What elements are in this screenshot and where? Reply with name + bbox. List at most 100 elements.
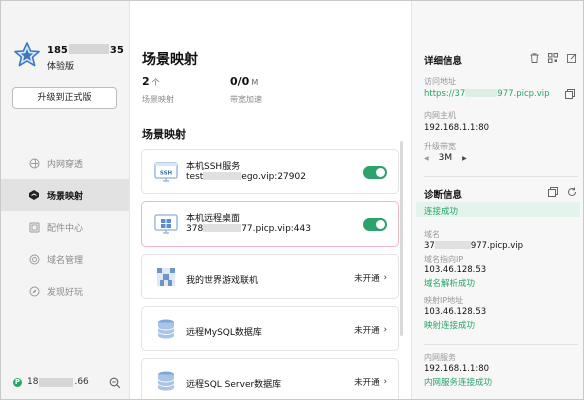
address-prefix: 378 — [186, 224, 204, 234]
diagnostic-title: 诊断信息 — [424, 190, 463, 201]
footer-ip-suffix: .66 — [74, 377, 89, 387]
user-phone: 185 35 — [47, 44, 124, 56]
enable-toggle[interactable] — [363, 166, 387, 179]
sidebar-item-scene[interactable]: 场景映射 — [1, 179, 129, 211]
upgrade-button[interactable]: 升级到正式版 — [12, 87, 117, 109]
enable-toggle[interactable] — [363, 218, 387, 231]
qrcode-icon[interactable] — [548, 53, 558, 63]
minecraft-icon — [157, 268, 175, 286]
scene-name: 我的世界游戏联机 — [186, 276, 259, 286]
user-phone-suffix: 35 — [109, 45, 124, 56]
stat-unit: M — [251, 78, 259, 87]
divider — [424, 176, 578, 177]
masked-text — [203, 172, 242, 180]
scene-address: test ego.vip:27902 — [186, 172, 306, 182]
masked-text — [39, 377, 74, 387]
sidebar-item-label: 域名管理 — [47, 255, 84, 266]
access-address-link[interactable]: https://37 977.picp.vip — [424, 89, 550, 99]
address-prefix: test — [186, 172, 204, 182]
scene-status[interactable]: 未开通 › — [354, 376, 387, 388]
user-phone-prefix: 185 — [47, 45, 68, 56]
sidebar-item-label: 配件中心 — [47, 223, 84, 234]
detail-toolbar — [529, 53, 577, 63]
stat-bandwidth: 0/0 M 带宽加速 — [230, 75, 262, 105]
chevron-right-icon: › — [383, 325, 387, 335]
scene-name: 远程MySQL数据库 — [186, 328, 262, 338]
zoom-out-icon[interactable] — [109, 377, 121, 389]
copy-icon[interactable] — [565, 89, 575, 99]
map-connect-status: 映射连接成功 — [424, 321, 476, 331]
scene-card-mysql[interactable]: 远程MySQL数据库 未开通 › — [141, 306, 399, 351]
scene-card-remote-desktop[interactable]: 本机远程桌面 378 77.picp.vip:443 — [141, 201, 399, 247]
diagnostic-status: 连接成功 — [424, 207, 459, 217]
scene-name: 远程SQL Server数据库 — [186, 380, 282, 390]
scrollbar[interactable] — [400, 141, 403, 336]
scene-status[interactable]: 未开通 › — [354, 324, 387, 336]
tunnel-icon — [28, 157, 40, 169]
diagnostic-toolbar — [548, 187, 577, 197]
star-avatar-icon[interactable] — [13, 41, 41, 69]
sidebar-item-label: 发现好玩 — [47, 287, 84, 298]
increase-icon[interactable]: ▶ — [462, 155, 467, 162]
address-suffix: 77.picp.vip:443 — [241, 224, 311, 234]
refresh-icon[interactable] — [567, 187, 577, 197]
scene-card-sqlserver[interactable]: 远程SQL Server数据库 未开通 › — [141, 358, 399, 399]
copy-icon[interactable] — [548, 187, 558, 197]
masked-text — [465, 89, 498, 97]
main-panel: 场景映射 2个 场景映射 0/0 M 带宽加速 场景映射 SSH 本机SSH服务 … — [131, 1, 410, 399]
domain-ip-value: 103.46.128.53 — [424, 265, 487, 275]
connected-icon: P — [13, 377, 22, 387]
sidebar-item-discover[interactable]: 发现好玩 — [1, 275, 129, 307]
scene-status[interactable]: 未开通 › — [354, 272, 387, 284]
detail-panel: 详细信息 访问地址 https://37 977.picp.vip 内网主机 19… — [411, 1, 583, 399]
database-icon — [157, 319, 175, 339]
service-label: 内网服务 — [424, 353, 456, 362]
bandwidth-stepper[interactable]: ◀ 3M ▶ — [424, 153, 467, 163]
stat-value: 0/0 — [230, 75, 250, 88]
status-label: 未开通 — [354, 274, 380, 284]
map-ip-label: 映射IP地址 — [424, 296, 464, 305]
connection-status: P 18 .66 — [13, 377, 89, 387]
sidebar-item-tunnel[interactable]: 内网穿透 — [1, 147, 129, 179]
masked-text — [203, 224, 242, 232]
detail-title: 详细信息 — [424, 56, 463, 67]
bandwidth-label: 升级带宽 — [424, 142, 456, 151]
divider — [424, 344, 578, 345]
domain-label: 域名 — [424, 230, 440, 239]
link-prefix: https://37 — [424, 89, 466, 99]
scene-icon — [28, 189, 40, 201]
sidebar-item-domain[interactable]: 域名管理 — [1, 243, 129, 275]
map-ip-value: 103.46.128.53 — [424, 307, 487, 317]
masked-text — [434, 241, 471, 249]
host-label: 内网主机 — [424, 111, 456, 120]
domain-ip-label: 域名指向IP — [424, 255, 464, 264]
stat-value: 2 — [142, 75, 150, 88]
domain-suffix: 977.picp.vip — [470, 241, 524, 251]
stat-label: 场景映射 — [142, 95, 174, 104]
svg-text:SSH: SSH — [160, 171, 173, 177]
sidebar-item-label: 场景映射 — [47, 191, 84, 202]
masked-text — [68, 44, 109, 54]
delete-icon[interactable] — [529, 53, 539, 63]
sidebar-item-accessory[interactable]: 配件中心 — [1, 211, 129, 243]
app-window: 185 35 体验版 升级到正式版 内网穿透 场景映射 配件中心 域名管理 发现… — [0, 0, 584, 400]
edit-icon[interactable] — [567, 53, 577, 63]
footer-ip-prefix: 18 — [27, 377, 39, 387]
sidebar: 185 35 体验版 升级到正式版 内网穿透 场景映射 配件中心 域名管理 发现… — [1, 1, 130, 399]
service-status: 内网服务连接成功 — [424, 378, 493, 388]
stat-scene-count: 2个 场景映射 — [142, 75, 174, 105]
link-suffix: 977.picp.vip — [497, 89, 550, 99]
sidebar-item-label: 内网穿透 — [47, 159, 84, 170]
service-value: 192.168.1.1:80 — [424, 364, 490, 374]
remote-desktop-icon — [154, 214, 178, 234]
user-plan: 体验版 — [47, 62, 75, 72]
decrease-icon[interactable]: ◀ — [424, 155, 429, 162]
domain-resolve-status: 域名解析成功 — [424, 279, 476, 289]
scene-card-minecraft[interactable]: 我的世界游戏联机 未开通 › — [141, 254, 399, 299]
address-suffix: ego.vip:27902 — [241, 172, 306, 182]
chevron-right-icon: › — [383, 377, 387, 387]
stat-label: 带宽加速 — [230, 95, 262, 104]
scene-card-ssh[interactable]: SSH 本机SSH服务 test ego.vip:27902 — [141, 149, 399, 194]
accessory-icon — [28, 221, 40, 233]
status-label: 未开通 — [354, 378, 380, 388]
